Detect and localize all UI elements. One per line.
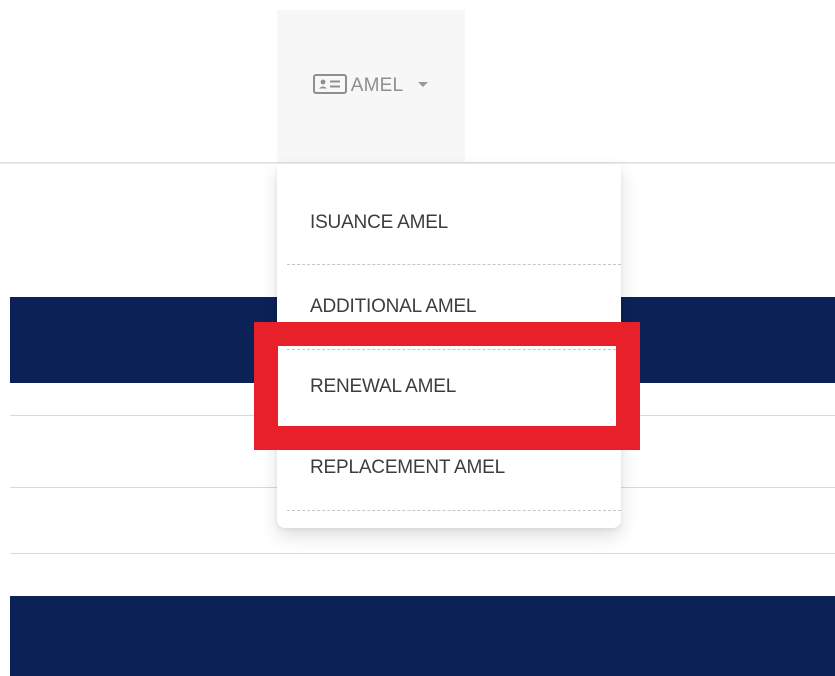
id-card-icon xyxy=(312,74,347,94)
menu-item-issuance-amel[interactable]: ISUANCE AMEL xyxy=(287,181,621,265)
menu-item-label: ISUANCE AMEL xyxy=(310,211,449,233)
navy-banner-bottom xyxy=(10,596,835,676)
row-divider xyxy=(10,553,835,554)
caret-down-icon xyxy=(417,81,429,88)
amel-nav-label: AMEL xyxy=(350,75,404,96)
menu-item-label: REPLACEMENT AMEL xyxy=(310,457,505,478)
highlight-box xyxy=(254,322,640,450)
amel-nav-tab[interactable]: AMEL xyxy=(277,10,465,162)
menu-item-label: ADDITIONAL AMEL xyxy=(310,296,477,317)
